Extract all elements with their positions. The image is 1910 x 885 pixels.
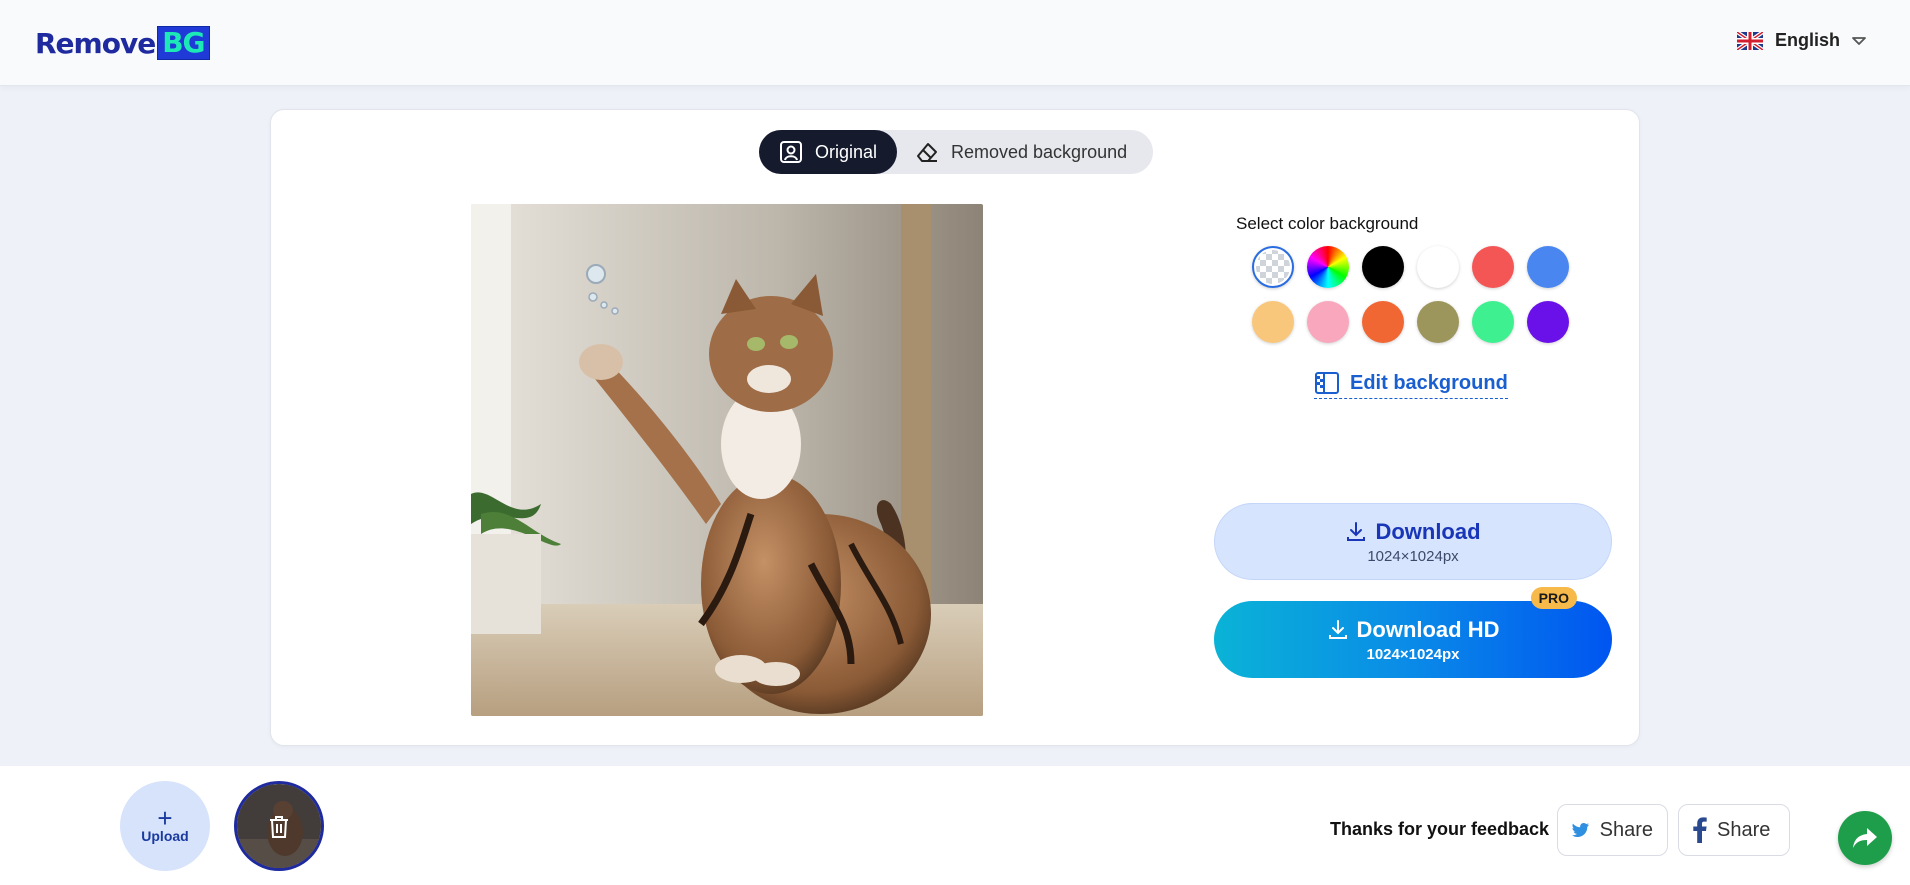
swatch-transparent[interactable]: [1252, 246, 1294, 288]
tab-removed-background[interactable]: Removed background: [915, 130, 1127, 174]
swatch-olive[interactable]: [1417, 301, 1459, 343]
upload-label: Upload: [141, 828, 189, 844]
portrait-icon: [780, 141, 802, 163]
swatch-black[interactable]: [1362, 246, 1404, 288]
logo-bg-text: BG: [157, 26, 210, 60]
download-icon: [1347, 521, 1366, 541]
swatch-blue[interactable]: [1527, 246, 1569, 288]
tab-original-label: Original: [815, 141, 878, 162]
swatch-red[interactable]: [1472, 246, 1514, 288]
uk-flag-icon: [1736, 31, 1763, 50]
download-label: Download: [1375, 518, 1481, 544]
edit-background-link[interactable]: Edit background: [1314, 371, 1508, 399]
facebook-share-button[interactable]: Share: [1678, 804, 1790, 856]
share-arrow-icon: [1853, 828, 1877, 848]
twitter-share-button[interactable]: Share: [1557, 804, 1668, 856]
swatch-custom-color[interactable]: [1307, 246, 1349, 288]
swatch-purple[interactable]: [1527, 301, 1569, 343]
download-button[interactable]: Download 1024×1024px: [1214, 503, 1612, 580]
swatch-white[interactable]: [1417, 246, 1459, 288]
download-hd-button[interactable]: PRO Download HD 1024×1024px: [1214, 587, 1612, 678]
facebook-icon: [1693, 817, 1707, 843]
logo-remove-text: Remove: [35, 26, 156, 60]
share-fab-button[interactable]: [1838, 811, 1892, 865]
download-size: 1024×1024px: [1367, 547, 1459, 565]
cat-photo-preview: [471, 204, 983, 716]
upload-button[interactable]: + Upload: [120, 781, 210, 871]
top-header: Remove BG English: [0, 0, 1910, 86]
edit-background-label: Edit background: [1350, 371, 1508, 394]
bottom-bar: + Upload Thanks for your feedback Share …: [0, 766, 1910, 885]
pro-badge: PRO: [1530, 587, 1577, 609]
language-label: English: [1774, 30, 1840, 50]
swatch-orange[interactable]: [1362, 301, 1404, 343]
plus-icon: +: [157, 803, 173, 833]
background-edit-icon: [1315, 372, 1339, 394]
twitter-icon: [1572, 822, 1589, 838]
image-thumbnail[interactable]: [234, 781, 324, 871]
swatch-mint[interactable]: [1472, 301, 1514, 343]
swatch-peach[interactable]: [1252, 301, 1294, 343]
tab-original[interactable]: Original: [759, 130, 897, 174]
chevron-down-icon: [1852, 36, 1866, 45]
trash-icon[interactable]: [267, 814, 291, 840]
download-icon: [1328, 619, 1347, 639]
language-selector[interactable]: English: [1736, 30, 1866, 51]
swatch-pink[interactable]: [1307, 301, 1349, 343]
removebg-logo[interactable]: Remove BG: [35, 26, 210, 60]
editor-card: Original Removed background Select color…: [270, 109, 1640, 746]
eraser-icon: [917, 143, 937, 162]
download-hd-label: Download HD: [1356, 616, 1500, 642]
facebook-share-label: Share: [1717, 818, 1771, 841]
tab-removed-background-label: Removed background: [951, 141, 1128, 162]
view-toggle: Original Removed background: [759, 130, 1153, 174]
twitter-share-label: Share: [1599, 818, 1653, 841]
color-swatches: [1252, 246, 1582, 343]
feedback-text: Thanks for your feedback: [1330, 819, 1550, 839]
download-hd-size: 1024×1024px: [1366, 645, 1460, 663]
select-color-title: Select color background: [1236, 214, 1419, 233]
